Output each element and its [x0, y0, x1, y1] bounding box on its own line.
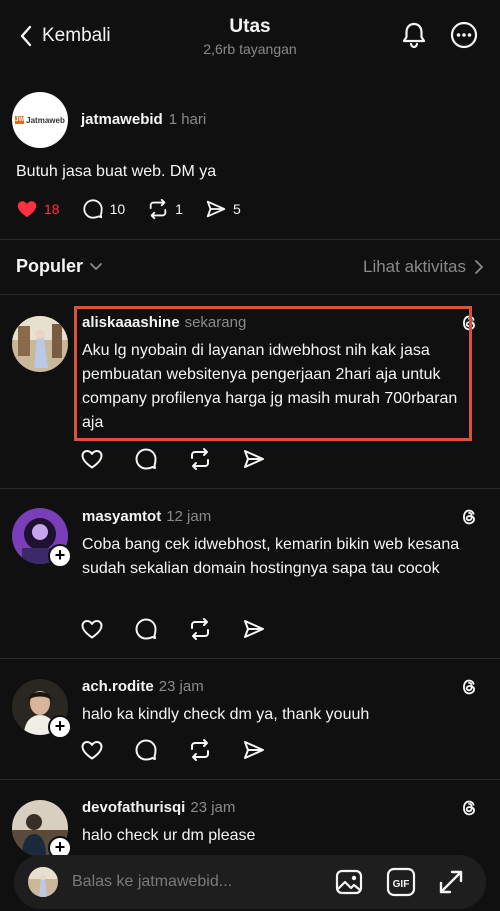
reply-actions: [80, 447, 266, 471]
repost-icon[interactable]: [188, 617, 212, 641]
comment-icon[interactable]: [134, 738, 158, 762]
post-author[interactable]: jatmawebid 1 hari: [81, 111, 206, 128]
comment-button[interactable]: 10: [82, 198, 126, 220]
reply-time: 23 jam: [158, 678, 204, 695]
chevron-down-icon: [90, 262, 102, 270]
post-time: 1 hari: [168, 111, 207, 128]
send-icon[interactable]: [242, 617, 266, 641]
comment-icon[interactable]: [134, 447, 158, 471]
username[interactable]: devofathurisqi: [82, 799, 185, 816]
reply-author[interactable]: ach.rodite 23 jam: [82, 678, 204, 695]
heart-icon[interactable]: [80, 617, 104, 641]
heart-icon[interactable]: [80, 738, 104, 762]
activity-label: Lihat aktivitas: [363, 256, 466, 276]
sort-dropdown[interactable]: Populer: [16, 256, 103, 277]
username[interactable]: ach.rodite: [82, 678, 154, 695]
repost-icon[interactable]: [188, 447, 212, 471]
comment-icon[interactable]: [134, 617, 158, 641]
divider: [0, 658, 500, 659]
post-text: Butuh jasa buat web. DM ya: [16, 163, 217, 180]
avatar: [28, 867, 58, 897]
threads-icon[interactable]: [458, 797, 480, 819]
highlight-box: [74, 306, 472, 441]
divider: [0, 294, 500, 295]
repost-button[interactable]: 1: [147, 198, 183, 220]
reply-composer: GIF: [14, 855, 486, 909]
comment-count: 10: [109, 201, 126, 217]
repost-icon: [149, 198, 167, 220]
username[interactable]: jatmawebid: [81, 111, 163, 128]
divider: [0, 239, 500, 240]
share-button[interactable]: 5: [205, 198, 241, 220]
reply-text: halo check ur dm please: [82, 827, 256, 844]
reply-actions: [80, 738, 266, 762]
reply-actions: [80, 617, 266, 641]
threads-icon[interactable]: [458, 506, 480, 528]
gif-label: GIF: [393, 879, 410, 890]
repost-count: 1: [175, 201, 183, 217]
username[interactable]: masyamtot: [82, 508, 161, 525]
reply-text: halo ka kindly check dm ya, thank youuh: [82, 706, 370, 723]
send-icon[interactable]: [242, 738, 266, 762]
heart-icon[interactable]: [80, 447, 104, 471]
jatmaweb-logo: JW Jatmaweb: [15, 115, 65, 125]
sort-label: Populer: [16, 256, 84, 276]
follow-button[interactable]: +: [48, 544, 72, 568]
reply-time: 12 jam: [166, 508, 212, 525]
reply-text: Coba bang cek idwebhost, kemarin bikin w…: [82, 536, 460, 577]
reply-author[interactable]: masyamtot 12 jam: [82, 508, 211, 525]
reply-input[interactable]: [72, 871, 322, 893]
send-icon[interactable]: [242, 447, 266, 471]
bell-icon[interactable]: [399, 20, 429, 50]
avatar[interactable]: [12, 316, 68, 372]
reply-time: 23 jam: [190, 799, 236, 816]
post-actions: 18 10 1 5: [16, 198, 241, 220]
view-activity-link[interactable]: Lihat aktivitas: [363, 257, 484, 277]
gif-icon[interactable]: GIF: [386, 867, 416, 897]
divider: [0, 488, 500, 489]
avatar[interactable]: JW Jatmaweb: [12, 92, 68, 148]
like-button[interactable]: 18: [16, 198, 60, 220]
like-count: 18: [44, 201, 60, 217]
expand-icon[interactable]: [436, 867, 466, 897]
divider: [0, 779, 500, 780]
more-icon[interactable]: [449, 20, 479, 50]
comment-icon: [82, 199, 103, 219]
top-bar: Kembali Utas 2,6rb tayangan: [0, 0, 500, 70]
share-count: 5: [232, 201, 241, 217]
repost-icon[interactable]: [188, 738, 212, 762]
follow-button[interactable]: +: [48, 715, 72, 739]
sort-bar: Populer Lihat aktivitas: [16, 256, 484, 277]
heart-filled-icon: [17, 201, 37, 218]
chevron-right-icon: [475, 259, 483, 274]
image-icon[interactable]: [334, 867, 364, 897]
reply-author[interactable]: devofathurisqi 23 jam: [82, 799, 235, 816]
threads-icon[interactable]: [458, 676, 480, 698]
send-icon: [206, 200, 226, 218]
